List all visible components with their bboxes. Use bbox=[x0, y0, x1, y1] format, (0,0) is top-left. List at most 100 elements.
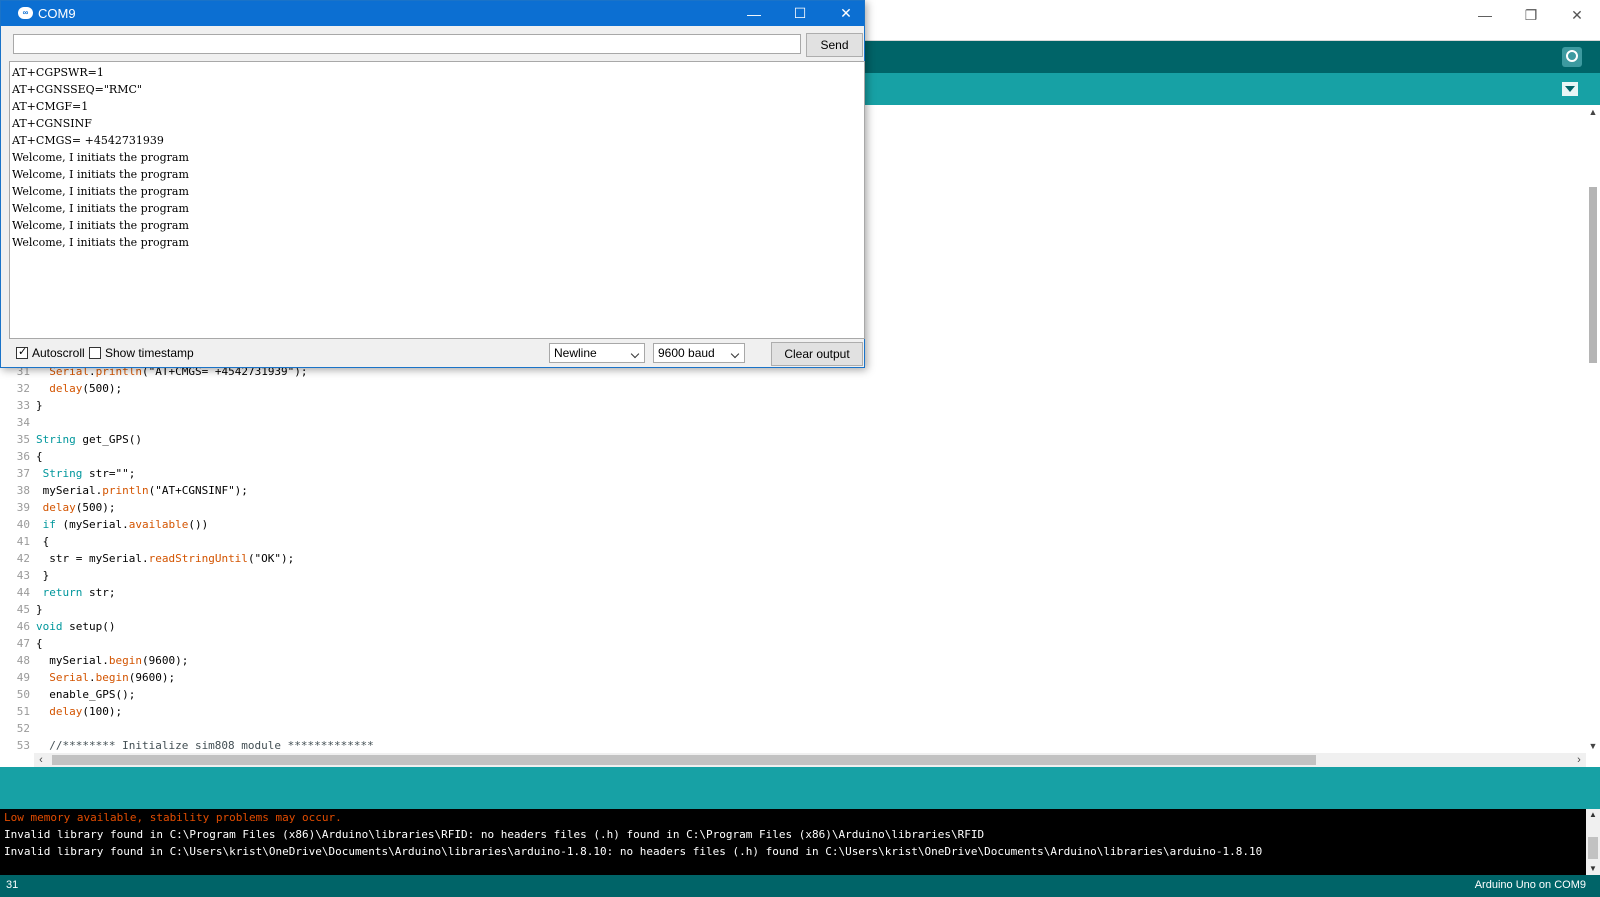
output-line: Welcome, I initiats the program bbox=[12, 219, 189, 232]
serial-monitor-titlebar[interactable]: ∞ COM9 — ☐ ✕ bbox=[1, 1, 864, 26]
tab-menu-chevron-icon[interactable] bbox=[1562, 82, 1578, 96]
line-number: 44 bbox=[16, 586, 30, 599]
line-number: 45 bbox=[16, 603, 30, 616]
scroll-thumb[interactable] bbox=[1588, 837, 1598, 859]
line-number: 35 bbox=[16, 433, 30, 446]
serial-monitor-controls: Autoscroll Show timestamp Newline 9600 b… bbox=[9, 340, 865, 367]
autoscroll-label: Autoscroll bbox=[32, 346, 85, 360]
line-number: 50 bbox=[16, 688, 30, 701]
code-line: 36 { bbox=[6, 448, 374, 465]
scroll-thumb[interactable] bbox=[52, 755, 1316, 765]
clear-output-button[interactable]: Clear output bbox=[771, 342, 863, 366]
code-line: 39 delay(500); bbox=[6, 499, 374, 516]
send-input[interactable] bbox=[13, 34, 801, 54]
console-line: Low memory available, stability problems… bbox=[4, 811, 342, 824]
code-text: { bbox=[36, 637, 43, 650]
line-number: 40 bbox=[16, 518, 30, 531]
code-text: } bbox=[36, 603, 43, 616]
ide-restore-icon[interactable]: ❐ bbox=[1508, 0, 1554, 30]
scroll-down-icon[interactable]: ▼ bbox=[1586, 863, 1600, 875]
line-number: 43 bbox=[16, 569, 30, 582]
code-text: } bbox=[36, 399, 43, 412]
code-text: enable_GPS(); bbox=[36, 688, 136, 701]
code-line: 52 bbox=[6, 720, 374, 737]
line-number: 34 bbox=[16, 416, 30, 429]
window-title: COM9 bbox=[38, 6, 76, 21]
line-number: 51 bbox=[16, 705, 30, 718]
line-number: 46 bbox=[16, 620, 30, 633]
scroll-thumb[interactable] bbox=[1589, 187, 1597, 363]
code-line: 45} bbox=[6, 601, 374, 618]
editor-horizontal-scrollbar[interactable]: ‹ › bbox=[34, 753, 1586, 767]
editor-vertical-scrollbar[interactable]: ▲ ▼ bbox=[1586, 105, 1600, 753]
console-scrollbar[interactable]: ▲ ▼ bbox=[1586, 809, 1600, 875]
code-line: 50 enable_GPS(); bbox=[6, 686, 374, 703]
serial-output: AT+CGPSWR=1 AT+CGNSSEQ="RMC" AT+CMGF=1 AT+C… bbox=[9, 61, 865, 339]
line-number: 39 bbox=[16, 501, 30, 514]
scroll-up-icon[interactable]: ▲ bbox=[1586, 809, 1600, 821]
code-line: 38 mySerial.println("AT+CGNSINF"); bbox=[6, 482, 374, 499]
code-text: delay(500); bbox=[49, 382, 123, 395]
code-text: String str=""; bbox=[42, 467, 136, 480]
ide-close-icon[interactable]: ✕ bbox=[1554, 0, 1600, 30]
scroll-down-icon[interactable]: ▼ bbox=[1586, 739, 1600, 753]
code-text: { bbox=[36, 535, 50, 548]
arduino-logo-icon: ∞ bbox=[18, 7, 33, 19]
code-text: } bbox=[36, 569, 50, 582]
code-line: 32 delay(500); bbox=[6, 380, 374, 397]
code-text: if (mySerial.available()) bbox=[42, 518, 209, 531]
code-line: 43 } bbox=[6, 567, 374, 584]
code-text: delay(500); bbox=[42, 501, 116, 514]
code-line: 37 String str=""; bbox=[6, 465, 374, 482]
code-text: return str; bbox=[42, 586, 116, 599]
serial-monitor-window: ∞ COM9 — ☐ ✕ Send AT+CGPSWR=1 AT+CGNSSEQ=… bbox=[0, 0, 865, 368]
autoscroll-checkbox[interactable]: Autoscroll bbox=[16, 345, 85, 360]
baud-rate-select[interactable]: 9600 baud bbox=[653, 343, 745, 363]
output-line: AT+CMGS= +4542731939 bbox=[12, 134, 164, 147]
checkbox-icon[interactable] bbox=[16, 345, 28, 359]
minimize-icon[interactable]: — bbox=[731, 1, 777, 26]
scroll-right-icon[interactable]: › bbox=[1572, 753, 1586, 767]
output-line: AT+CMGF=1 bbox=[12, 100, 89, 113]
code-line: 46 void setup() bbox=[6, 618, 374, 635]
scroll-up-icon[interactable]: ▲ bbox=[1586, 105, 1600, 119]
line-number: 41 bbox=[16, 535, 30, 548]
code-text: String get_GPS() bbox=[36, 433, 142, 446]
show-timestamp-checkbox[interactable]: Show timestamp bbox=[89, 346, 194, 360]
line-number: 52 bbox=[16, 722, 30, 735]
output-line: Welcome, I initiats the program bbox=[12, 185, 189, 198]
code-line: 47 { bbox=[6, 635, 374, 652]
line-number: 37 bbox=[16, 467, 30, 480]
line-number: 47 bbox=[16, 637, 30, 650]
serial-monitor-icon[interactable] bbox=[1562, 47, 1582, 67]
code-line: 49 Serial.begin(9600); bbox=[6, 669, 374, 686]
code-lines: 31 Serial.println("AT+CMGS= +4542731939"… bbox=[6, 363, 374, 753]
code-text: //******** Initialize sim808 module ****… bbox=[36, 739, 374, 752]
scroll-left-icon[interactable]: ‹ bbox=[34, 753, 48, 767]
maximize-icon[interactable]: ☐ bbox=[777, 1, 823, 26]
line-number: 33 bbox=[16, 399, 30, 412]
code-text: Serial.begin(9600); bbox=[49, 671, 176, 684]
line-ending-select[interactable]: Newline bbox=[549, 343, 645, 363]
code-line: 48 mySerial.begin(9600); bbox=[6, 652, 374, 669]
close-icon[interactable]: ✕ bbox=[823, 1, 869, 26]
ide-minimize-icon[interactable]: — bbox=[1462, 0, 1508, 30]
board-port-status: Arduino Uno on COM9 bbox=[1474, 879, 1586, 891]
line-number: 32 bbox=[16, 382, 30, 395]
line-number: 49 bbox=[16, 671, 30, 684]
chevron-down-icon bbox=[730, 349, 740, 359]
code-line: 51 delay(100); bbox=[6, 703, 374, 720]
code-line: 33} bbox=[6, 397, 374, 414]
code-line: 35 String get_GPS() bbox=[6, 431, 374, 448]
checkbox-icon[interactable] bbox=[89, 347, 101, 359]
code-text: void setup() bbox=[36, 620, 116, 633]
line-number-status: 31 bbox=[6, 879, 19, 891]
code-line: 40 if (mySerial.available()) bbox=[6, 516, 374, 533]
code-text: delay(100); bbox=[49, 705, 123, 718]
output-line: AT+CGNSINF bbox=[12, 117, 92, 130]
code-text: { bbox=[36, 450, 43, 463]
send-button[interactable]: Send bbox=[806, 33, 863, 57]
chevron-down-icon bbox=[630, 349, 640, 359]
footer-bar: 31 Arduino Uno on COM9 bbox=[0, 875, 1600, 897]
output-line: AT+CGPSWR=1 bbox=[12, 66, 104, 79]
